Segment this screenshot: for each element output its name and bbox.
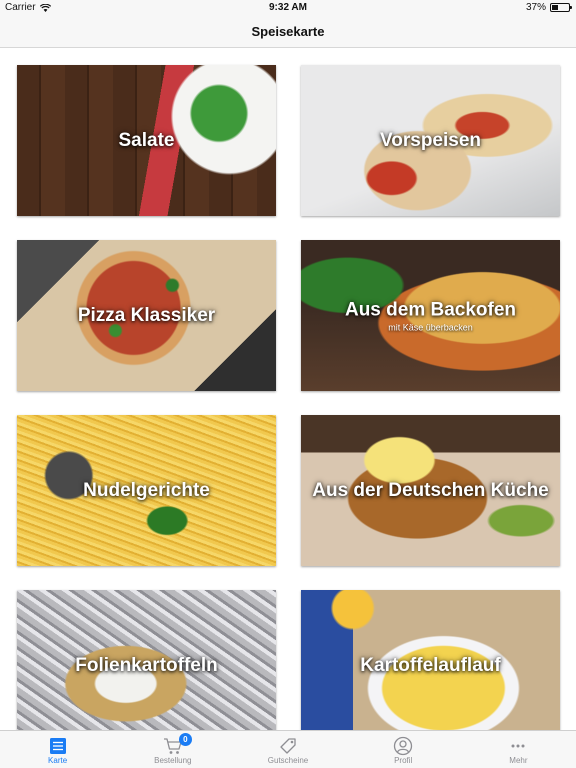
profile-icon — [394, 736, 413, 756]
battery-percent: 37% — [525, 2, 546, 13]
category-tile-kartoffelauflauf[interactable]: Kartoffelauflauf — [301, 590, 560, 730]
battery-level — [552, 5, 558, 10]
category-tile-backofen[interactable]: Aus dem Backofen mit Käse überbacken — [301, 240, 560, 391]
cart-badge: 0 — [178, 733, 192, 746]
tab-label: Mehr — [509, 756, 528, 765]
tile-title: Kartoffelauflauf — [360, 654, 501, 676]
category-tile-salate[interactable]: Salate — [17, 65, 276, 216]
tab-profil[interactable]: Profil — [346, 731, 461, 768]
tab-label: Profil — [394, 756, 413, 765]
tile-title: Nudelgerichte — [83, 479, 210, 501]
tile-title: Folienkartoffeln — [75, 654, 218, 676]
tile-title: Aus der Deutschen Küche — [312, 479, 549, 501]
category-tile-folienkartoffeln[interactable]: Folienkartoffeln — [17, 590, 276, 730]
tile-title: Aus dem Backofen — [344, 299, 517, 320]
tab-label: Karte — [48, 756, 68, 765]
status-time: 9:32 AM — [269, 2, 307, 13]
battery-status: 37% — [525, 2, 572, 13]
page-title: Speisekarte — [251, 24, 325, 39]
tab-karte[interactable]: Karte — [0, 731, 115, 768]
category-tile-nudelgerichte[interactable]: Nudelgerichte — [17, 415, 276, 566]
tab-mehr[interactable]: Mehr — [461, 731, 576, 768]
navigation-bar: Speisekarte — [0, 16, 576, 48]
tab-label: Gutscheine — [267, 756, 309, 765]
tab-bar: Karte 0 Bestellung Gutscheine Profil Meh… — [0, 730, 576, 768]
tab-gutscheine[interactable]: Gutscheine — [230, 731, 345, 768]
status-bar: Carrier 9:32 AM 37% — [0, 0, 576, 16]
tile-subtitle: mit Käse überbacken — [388, 322, 473, 332]
tab-bestellung[interactable]: 0 Bestellung — [115, 731, 230, 768]
more-icon — [511, 744, 525, 748]
tab-label: Bestellung — [154, 756, 192, 765]
category-tile-deutsche-kueche[interactable]: Aus der Deutschen Küche — [301, 415, 560, 566]
tile-title: Vorspeisen — [379, 129, 482, 151]
category-grid: Salate Vorspeisen Pizza Klassiker Aus de… — [0, 48, 576, 730]
category-tile-vorspeisen[interactable]: Vorspeisen — [301, 65, 560, 216]
list-icon — [49, 738, 66, 754]
tile-title: Salate — [118, 129, 175, 151]
battery-icon — [550, 3, 572, 12]
tag-icon — [280, 738, 296, 754]
category-tile-pizza[interactable]: Pizza Klassiker — [17, 240, 276, 391]
tile-title: Pizza Klassiker — [77, 304, 216, 326]
